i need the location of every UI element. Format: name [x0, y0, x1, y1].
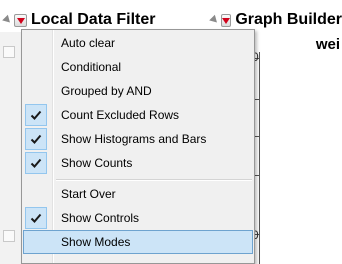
checkmark-icon	[25, 207, 47, 229]
menu-item-show-counts[interactable]: Show Counts	[23, 151, 253, 175]
filter-panel-marker	[3, 46, 15, 58]
filter-panel-background	[0, 32, 22, 264]
menu-item-conditional[interactable]: Conditional	[23, 55, 253, 79]
menu-item-label: Auto clear	[61, 36, 116, 50]
menu-item-show-histograms-and-bars[interactable]: Show Histograms and Bars	[23, 127, 253, 151]
red-triangle-icon	[222, 17, 231, 24]
menu-item-label: Count Excluded Rows	[61, 108, 180, 122]
menu-item-show-controls[interactable]: Show Controls	[23, 206, 253, 230]
red-triangle-menu-button[interactable]	[221, 13, 232, 27]
menu-item-label: Show Histograms and Bars	[61, 132, 207, 146]
menu-item-label: Conditional	[61, 60, 122, 74]
checkmark-icon	[25, 128, 47, 150]
menu-item-label: Start Over	[61, 187, 116, 201]
menu-item-start-over[interactable]: Start Over	[23, 182, 253, 206]
menu-item-label: Show Counts	[61, 156, 133, 170]
menu-item-label: Show Modes	[61, 235, 131, 249]
red-triangle-menu-button[interactable]	[14, 13, 27, 27]
app-window: Local Data Filter Graph Builder wei 0 0 …	[0, 0, 342, 264]
red-triangle-icon	[16, 17, 25, 24]
menu-item-show-modes[interactable]: Show Modes	[23, 230, 253, 254]
menu-item-auto-clear[interactable]: Auto clear	[23, 31, 253, 55]
filter-panel-marker	[3, 230, 15, 242]
menu-item-label: Grouped by AND	[61, 84, 152, 98]
checkmark-icon	[25, 104, 47, 126]
menu-item-grouped-by-and[interactable]: Grouped by AND	[23, 79, 253, 103]
graph-builder-title: Graph Builder	[235, 11, 342, 28]
menu-separator	[56, 179, 252, 181]
checkmark-icon	[25, 152, 47, 174]
local-data-filter-title: Local Data Filter	[31, 11, 156, 28]
disclosure-triangle-icon[interactable]	[2, 14, 13, 26]
y-axis-line	[259, 52, 260, 264]
menu-item-label: Show Controls	[61, 211, 140, 225]
menu-item-count-excluded-rows[interactable]: Count Excluded Rows	[23, 103, 253, 127]
disclosure-triangle-icon[interactable]	[209, 14, 220, 26]
local-data-filter-menu: Auto clear Conditional Grouped by AND Co…	[21, 29, 255, 264]
graph-subtitle: wei	[315, 36, 340, 53]
